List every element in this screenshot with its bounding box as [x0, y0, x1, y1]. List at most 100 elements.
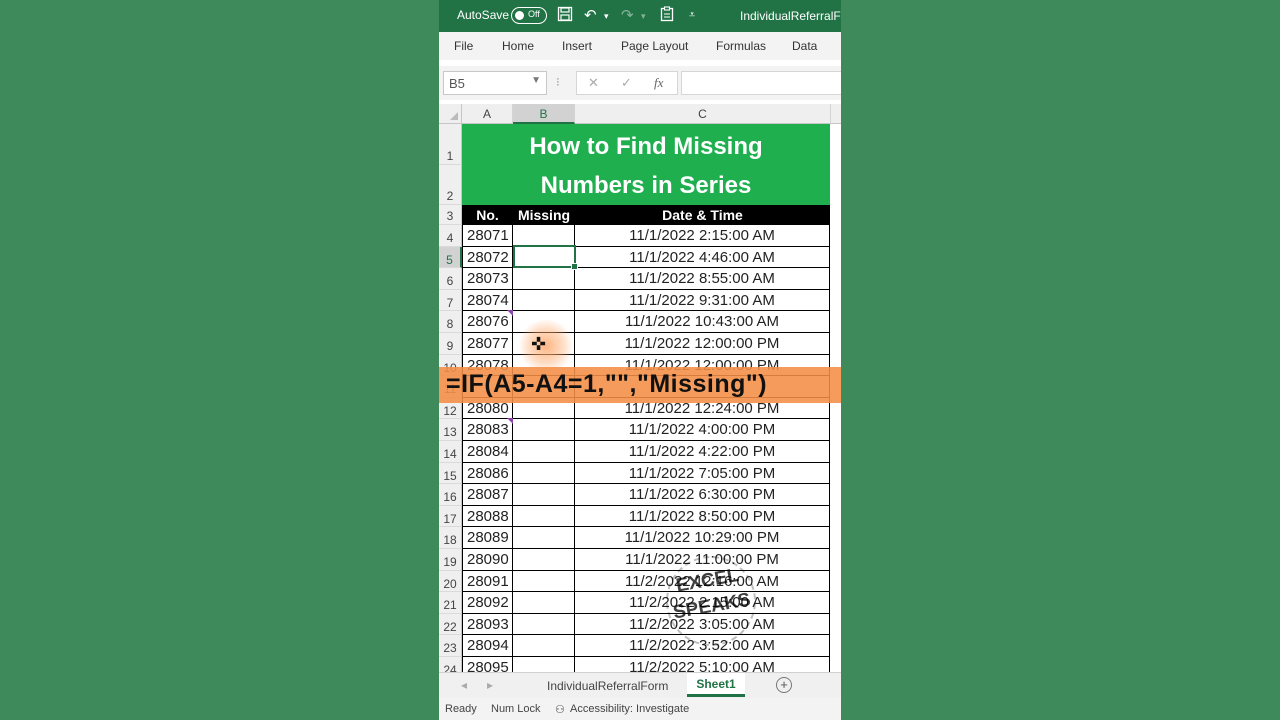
cell-missing[interactable] [513, 549, 575, 570]
cell-no[interactable]: 28074 [462, 289, 513, 311]
row-header-22[interactable]: 22 [439, 613, 462, 636]
row-header-23[interactable]: 23 [439, 635, 462, 657]
cell-no[interactable]: 28095 [462, 657, 513, 672]
cell-missing[interactable] [513, 505, 575, 527]
cell-datetime[interactable]: 11/1/2022 8:55:00 AM [575, 268, 830, 289]
cell-no[interactable]: 28092 [462, 592, 513, 613]
cell-missing[interactable] [513, 657, 575, 672]
cell-no[interactable]: 28072 [462, 246, 513, 268]
cell-missing[interactable] [513, 527, 575, 548]
cell-datetime[interactable]: 11/1/2022 12:00:00 PM [575, 333, 830, 354]
tab-data[interactable]: Data [792, 39, 817, 53]
cell-missing[interactable] [513, 635, 575, 656]
scroll-left-icon[interactable]: ◂ [461, 678, 467, 692]
cell-datetime[interactable]: 11/1/2022 7:05:00 PM [575, 462, 830, 484]
row-header-5[interactable]: 5 [439, 246, 462, 269]
undo-icon[interactable]: ↶ [584, 6, 597, 24]
cell-no[interactable]: 28073 [462, 268, 513, 289]
autosave-toggle[interactable]: Off [511, 7, 547, 24]
row-header-17[interactable]: 17 [439, 505, 462, 528]
row-header-3[interactable]: 3 [439, 205, 462, 225]
row-header-16[interactable]: 16 [439, 484, 462, 506]
cell-no[interactable]: 28084 [462, 441, 513, 462]
formula-input[interactable] [681, 71, 841, 95]
cell-no[interactable]: 28076 [462, 310, 513, 332]
undo-dropdown-icon[interactable]: ▾ [604, 11, 609, 22]
row-header-9[interactable]: 9 [439, 333, 462, 355]
cell-no[interactable]: 28089 [462, 527, 513, 548]
cell-missing[interactable] [513, 570, 575, 592]
cell-no[interactable]: 28094 [462, 635, 513, 656]
row-header-21[interactable]: 21 [439, 592, 462, 614]
column-header-c[interactable]: C [575, 104, 831, 124]
header-missing[interactable]: Missing [513, 207, 575, 223]
cell-no[interactable]: 28086 [462, 462, 513, 484]
add-sheet-icon[interactable]: + [776, 677, 792, 693]
enter-icon[interactable]: ✓ [621, 75, 632, 91]
cell-datetime[interactable]: 11/1/2022 8:50:00 PM [575, 505, 830, 527]
column-header-a[interactable]: A [462, 104, 513, 124]
clipboard-icon[interactable] [659, 6, 675, 26]
column-header-d[interactable] [831, 104, 841, 124]
cell-no[interactable]: 28093 [462, 613, 513, 635]
header-no[interactable]: No. [462, 207, 513, 223]
cell-datetime[interactable]: 11/1/2022 2:15:00 AM [575, 225, 830, 246]
drag-handle-icon[interactable]: ⁝ [556, 75, 560, 89]
column-header-b[interactable]: B [513, 104, 575, 124]
accessibility-icon[interactable]: ⚇ [555, 703, 565, 716]
cell-missing[interactable] [513, 268, 575, 289]
row-header-19[interactable]: 19 [439, 549, 462, 571]
name-box[interactable]: B5 ▼ [443, 71, 547, 95]
tab-file[interactable]: File [454, 39, 473, 53]
cell-missing[interactable] [513, 441, 575, 462]
cell-no[interactable]: 28091 [462, 570, 513, 592]
row-header-18[interactable]: 18 [439, 527, 462, 549]
active-cell-b5[interactable] [513, 245, 578, 270]
row-header-20[interactable]: 20 [439, 570, 462, 593]
row-header-8[interactable]: 8 [439, 311, 462, 333]
row-header-15[interactable]: 15 [439, 462, 462, 485]
row-header-6[interactable]: 6 [439, 268, 462, 290]
cell-datetime[interactable]: 11/1/2022 9:31:00 AM [575, 289, 830, 311]
cell-datetime[interactable]: 11/1/2022 4:46:00 AM [575, 246, 830, 268]
cancel-icon[interactable]: ✕ [588, 75, 599, 91]
scroll-right-icon[interactable]: ▸ [487, 678, 493, 692]
cell-no[interactable]: 28088 [462, 505, 513, 527]
header-datetime[interactable]: Date & Time [575, 207, 830, 223]
row-header-4[interactable]: 4 [439, 225, 462, 247]
sheet-title-cell[interactable]: How to Find Missing Numbers in Series [462, 124, 830, 205]
sheet-tab-individualreferralform[interactable]: IndividualReferralForm [547, 679, 668, 693]
cell-missing[interactable] [513, 289, 575, 311]
tab-insert[interactable]: Insert [562, 39, 592, 53]
save-icon[interactable] [557, 6, 573, 26]
cell-no[interactable]: 28071 [462, 225, 513, 246]
redo-icon[interactable]: ↷ [621, 6, 634, 24]
status-accessibility[interactable]: Accessibility: Investigate [570, 703, 689, 715]
cell-missing[interactable] [513, 613, 575, 635]
select-all-corner[interactable] [439, 104, 462, 124]
row-header-24[interactable]: 24 [439, 657, 462, 672]
cell-no[interactable]: 28087 [462, 484, 513, 505]
cell-datetime[interactable]: 11/2/2022 5:10:00 AM [575, 657, 830, 672]
cell-missing[interactable] [513, 484, 575, 505]
cell-missing[interactable] [513, 225, 575, 246]
row-header-13[interactable]: 13 [439, 419, 462, 441]
cell-datetime[interactable]: 11/1/2022 6:30:00 PM [575, 484, 830, 505]
cell-datetime[interactable]: 11/1/2022 4:00:00 PM [575, 419, 830, 440]
chevron-down-icon[interactable]: ▼ [531, 75, 541, 86]
row-header-7[interactable]: 7 [439, 289, 462, 312]
cell-no[interactable]: 28083 [462, 418, 513, 440]
redo-dropdown-icon[interactable]: ▾ [641, 11, 646, 22]
cell-datetime[interactable]: 11/1/2022 10:43:00 AM [575, 311, 830, 332]
row-header-1[interactable]: 1 [439, 124, 462, 165]
insert-function-icon[interactable]: fx [654, 75, 663, 91]
cell-no[interactable]: 28077 [462, 333, 513, 354]
cell-no[interactable]: 28090 [462, 549, 513, 570]
tab-formulas[interactable]: Formulas [716, 39, 766, 53]
cell-missing[interactable] [513, 592, 575, 613]
customize-qat-icon[interactable]: ⩡ [689, 9, 695, 22]
row-header-2[interactable]: 2 [439, 165, 462, 205]
cell-datetime[interactable]: 11/1/2022 4:22:00 PM [575, 441, 830, 462]
tab-home[interactable]: Home [502, 39, 534, 53]
row-header-14[interactable]: 14 [439, 441, 462, 463]
